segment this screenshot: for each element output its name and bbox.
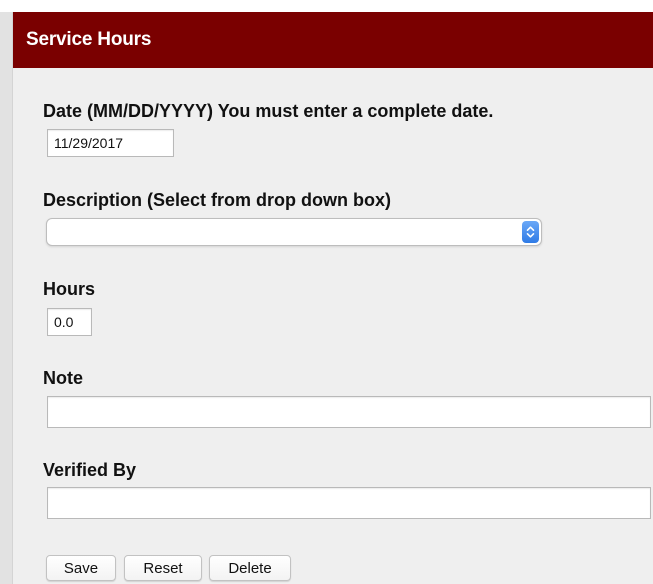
left-border: [0, 12, 12, 584]
note-label: Note: [43, 368, 83, 388]
save-button[interactable]: Save: [46, 555, 116, 581]
hours-label: Hours: [43, 279, 96, 299]
panel-title: Service Hours: [26, 29, 152, 50]
hours-input[interactable]: [47, 308, 92, 336]
description-label: Description (Select from drop down box): [43, 190, 392, 210]
delete-button[interactable]: Delete: [209, 555, 291, 581]
verified-by-input[interactable]: [47, 487, 651, 519]
verified-by-label: Verified By: [43, 460, 137, 480]
description-select[interactable]: [46, 218, 542, 246]
service-hours-panel: Service Hours Date (MM/DD/YYYY) You must…: [12, 12, 653, 584]
date-input[interactable]: [47, 129, 174, 157]
reset-button[interactable]: Reset: [124, 555, 202, 581]
date-label: Date (MM/DD/YYYY) You must enter a compl…: [43, 101, 494, 121]
panel-header: Service Hours: [13, 12, 653, 68]
top-strip: [0, 0, 653, 12]
note-input[interactable]: [47, 396, 651, 428]
chevron-up-down-icon: [522, 221, 539, 243]
